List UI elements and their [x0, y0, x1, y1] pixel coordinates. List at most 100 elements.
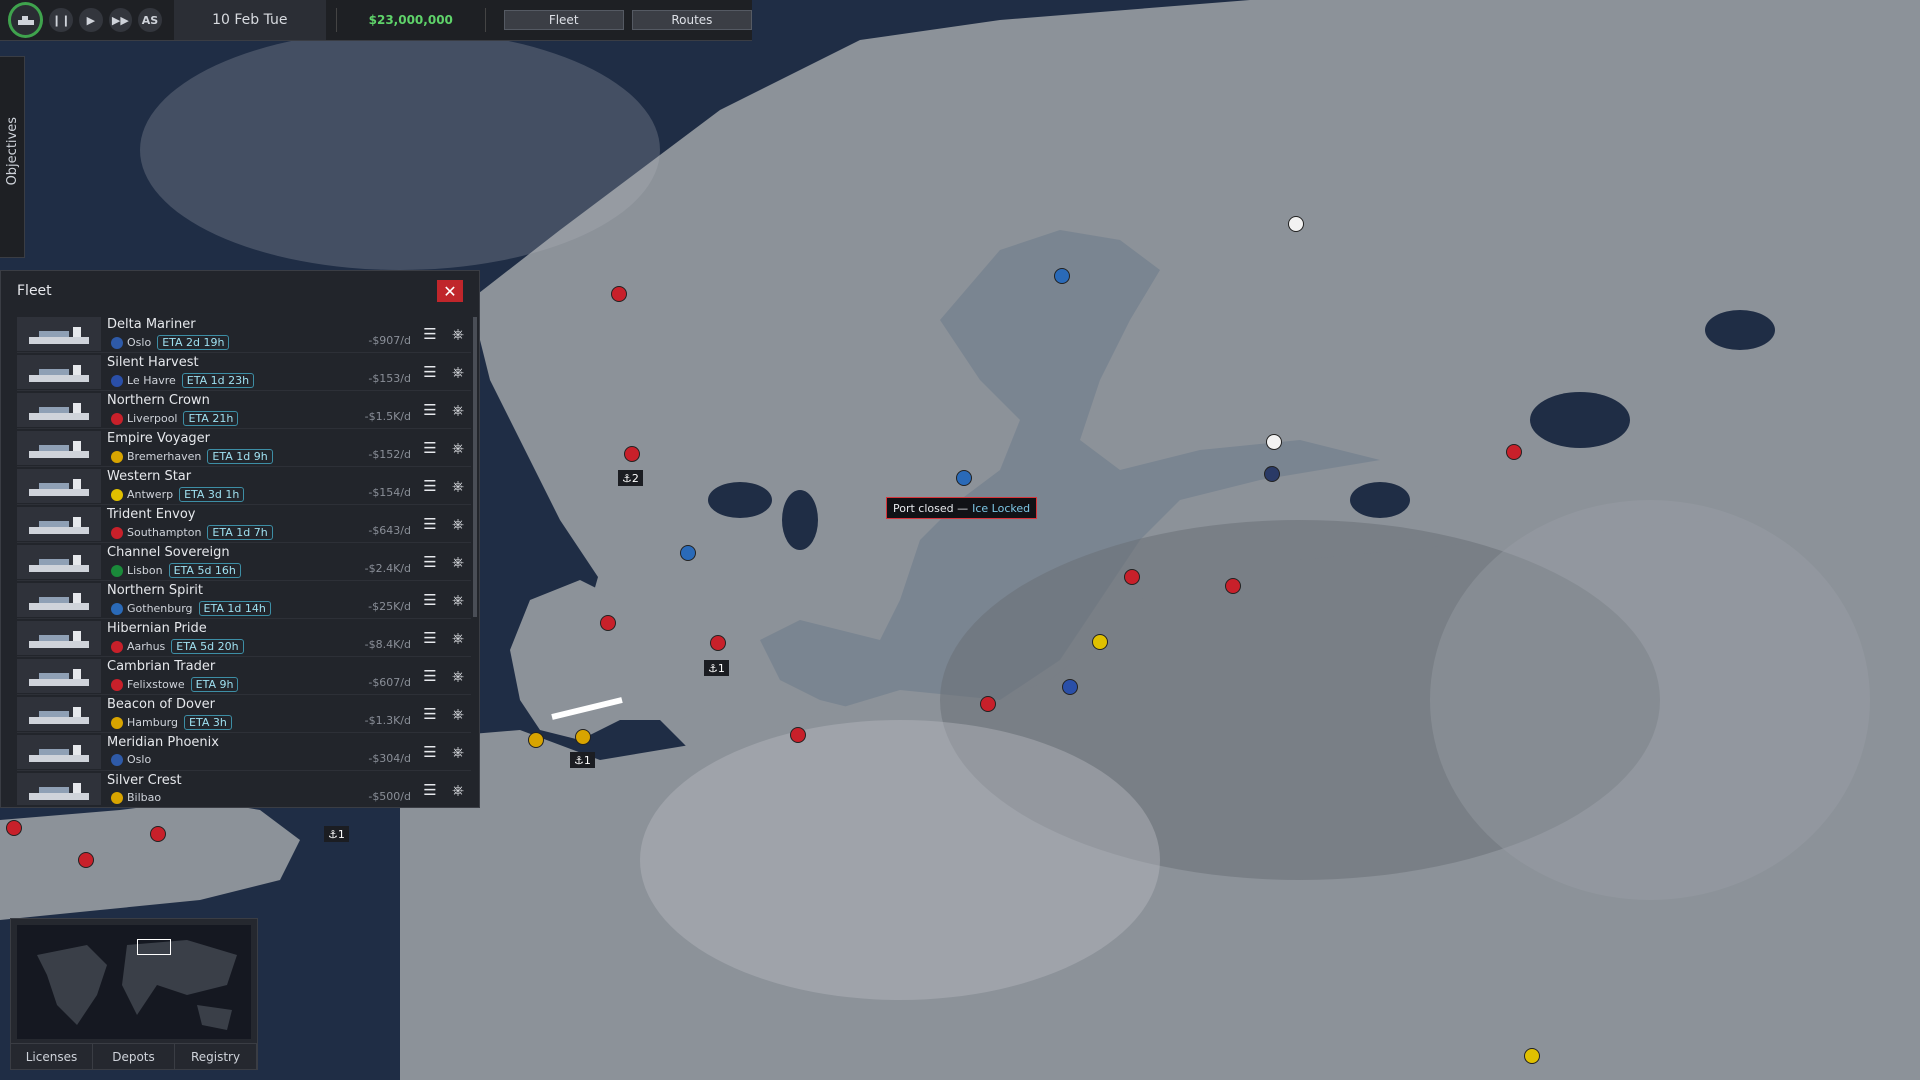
fleet-row[interactable]: Western Star Antwerp ETA 3d 1h -$154/d ☰ ⎈ [17, 467, 471, 505]
port-marker[interactable] [1054, 268, 1070, 284]
fleet-row[interactable]: Delta Mariner Oslo ETA 2d 19h -$907/d ☰ ⎈ [17, 315, 471, 353]
ship-thumbnail [17, 772, 101, 805]
anchor-badge[interactable]: ⚓1 [704, 660, 729, 676]
port-marker[interactable] [1264, 466, 1280, 482]
ship-info: Silver Crest Bilbao -$500/d [107, 771, 415, 805]
menu-icon[interactable]: ☰ [417, 733, 443, 770]
close-button[interactable]: ✕ [437, 280, 463, 302]
fleet-row[interactable]: Silver Crest Bilbao -$500/d ☰ ⎈ [17, 771, 471, 805]
depots-button[interactable]: Depots [93, 1043, 175, 1069]
fleet-list[interactable]: Delta Mariner Oslo ETA 2d 19h -$907/d ☰ ⎈ Sile… [17, 315, 471, 805]
port-marker[interactable] [528, 732, 544, 748]
helm-icon[interactable]: ⎈ [445, 353, 471, 390]
helm-icon[interactable]: ⎈ [445, 391, 471, 428]
ship-icon [29, 478, 89, 496]
ship-thumbnail [17, 392, 101, 427]
menu-icon[interactable]: ☰ [417, 619, 443, 656]
menu-icon[interactable]: ☰ [417, 429, 443, 466]
tooltip-text: Port closed — [893, 501, 969, 515]
menu-icon[interactable]: ☰ [417, 505, 443, 542]
menu-icon[interactable]: ☰ [417, 657, 443, 694]
helm-icon[interactable]: ⎈ [445, 657, 471, 694]
money-display: $23,000,000 [368, 13, 453, 27]
helm-icon[interactable]: ⎈ [445, 733, 471, 770]
port-marker[interactable] [790, 727, 806, 743]
fleet-row[interactable]: Meridian Phoenix Oslo -$304/d ☰ ⎈ [17, 733, 471, 771]
port-marker[interactable] [1524, 1048, 1540, 1064]
helm-icon[interactable]: ⎈ [445, 543, 471, 580]
company-logo-button[interactable] [8, 2, 44, 38]
port-marker[interactable] [624, 446, 640, 462]
pause-icon[interactable]: ❙❙ [49, 8, 74, 32]
helm-icon[interactable]: ⎈ [445, 695, 471, 732]
fleet-button[interactable]: Fleet [503, 10, 624, 30]
port-marker[interactable] [980, 696, 996, 712]
ship-name: Beacon of Dover [107, 697, 216, 712]
ship-port: Bilbao [127, 791, 162, 804]
anchor-badge[interactable]: ⚓2 [618, 470, 643, 486]
port-marker[interactable] [1092, 634, 1108, 650]
autospeed-button[interactable]: AS [138, 8, 162, 32]
port-marker[interactable] [680, 545, 696, 561]
ship-cost: -$1.3K/d [364, 714, 411, 727]
ship-port: Bremerhaven [127, 450, 202, 463]
port-marker[interactable] [1288, 216, 1304, 232]
port-marker[interactable] [1225, 578, 1241, 594]
port-marker[interactable] [575, 729, 591, 745]
anchor-badge[interactable]: ⚓1 [324, 826, 349, 842]
ship-port: Felixstowe [127, 678, 185, 691]
helm-icon[interactable]: ⎈ [445, 429, 471, 466]
port-marker[interactable] [600, 615, 616, 631]
ship-cost: -$153/d [368, 372, 411, 385]
menu-icon[interactable]: ☰ [417, 391, 443, 428]
licenses-button[interactable]: Licenses [11, 1043, 93, 1069]
fleet-row[interactable]: Empire Voyager Bremerhaven ETA 1d 9h -$152/… [17, 429, 471, 467]
helm-icon[interactable]: ⎈ [445, 505, 471, 542]
port-marker[interactable] [611, 286, 627, 302]
port-marker[interactable] [1506, 444, 1522, 460]
fleet-row[interactable]: Silent Harvest Le Havre ETA 1d 23h -$153/d ☰… [17, 353, 471, 391]
eta-badge: ETA 3h [184, 715, 232, 730]
minimap-view[interactable] [17, 925, 251, 1039]
menu-icon[interactable]: ☰ [417, 543, 443, 580]
fleet-row[interactable]: Channel Sovereign Lisbon ETA 5d 16h -$2.4K/… [17, 543, 471, 581]
helm-icon[interactable]: ⎈ [445, 467, 471, 504]
menu-icon[interactable]: ☰ [417, 695, 443, 732]
anchor-badge[interactable]: ⚓1 [570, 752, 595, 768]
port-marker[interactable] [956, 470, 972, 486]
port-marker[interactable] [1062, 679, 1078, 695]
port-marker[interactable] [78, 852, 94, 868]
port-marker[interactable] [150, 826, 166, 842]
menu-icon[interactable]: ☰ [417, 581, 443, 618]
port-marker[interactable] [710, 635, 726, 651]
helm-icon[interactable]: ⎈ [445, 581, 471, 618]
fleet-panel: Fleet ✕ Delta Mariner Oslo ETA 2d 19h -$907… [0, 270, 480, 808]
port-marker[interactable] [1124, 569, 1140, 585]
menu-icon[interactable]: ☰ [417, 315, 443, 352]
objectives-tab[interactable]: Objectives [0, 56, 25, 258]
fleet-row[interactable]: Trident Envoy Southampton ETA 1d 7h -$643/d… [17, 505, 471, 543]
fleet-row[interactable]: Cambrian Trader Felixstowe ETA 9h -$607/d ☰ ⎈ [17, 657, 471, 695]
play-icon[interactable]: ▶ [79, 8, 103, 32]
flag-icon [111, 716, 123, 729]
scrollbar[interactable] [473, 317, 477, 617]
registry-button[interactable]: Registry [175, 1043, 257, 1069]
menu-icon[interactable]: ☰ [417, 353, 443, 390]
fleet-row[interactable]: Hibernian Pride Aarhus ETA 5d 20h -$8.4K/d ☰… [17, 619, 471, 657]
fast-forward-icon[interactable]: ▶▶ [108, 8, 133, 32]
date-display: 10 Feb Tue [173, 0, 326, 40]
helm-icon[interactable]: ⎈ [445, 771, 471, 805]
routes-button[interactable]: Routes [631, 10, 752, 30]
port-marker[interactable] [6, 820, 22, 836]
menu-icon[interactable]: ☰ [417, 467, 443, 504]
minimap-viewport[interactable] [137, 939, 171, 955]
helm-icon[interactable]: ⎈ [445, 315, 471, 352]
port-marker[interactable] [1266, 434, 1282, 450]
menu-icon[interactable]: ☰ [417, 771, 443, 805]
eta-badge: ETA 2d 19h [157, 335, 230, 350]
minimap[interactable]: Licenses Depots Registry [10, 918, 258, 1070]
helm-icon[interactable]: ⎈ [445, 619, 471, 656]
fleet-row[interactable]: Northern Crown Liverpool ETA 21h -$1.5K/d ☰ ⎈ [17, 391, 471, 429]
fleet-row[interactable]: Beacon of Dover Hamburg ETA 3h -$1.3K/d ☰ ⎈ [17, 695, 471, 733]
fleet-row[interactable]: Northern Spirit Gothenburg ETA 1d 14h -$25K… [17, 581, 471, 619]
